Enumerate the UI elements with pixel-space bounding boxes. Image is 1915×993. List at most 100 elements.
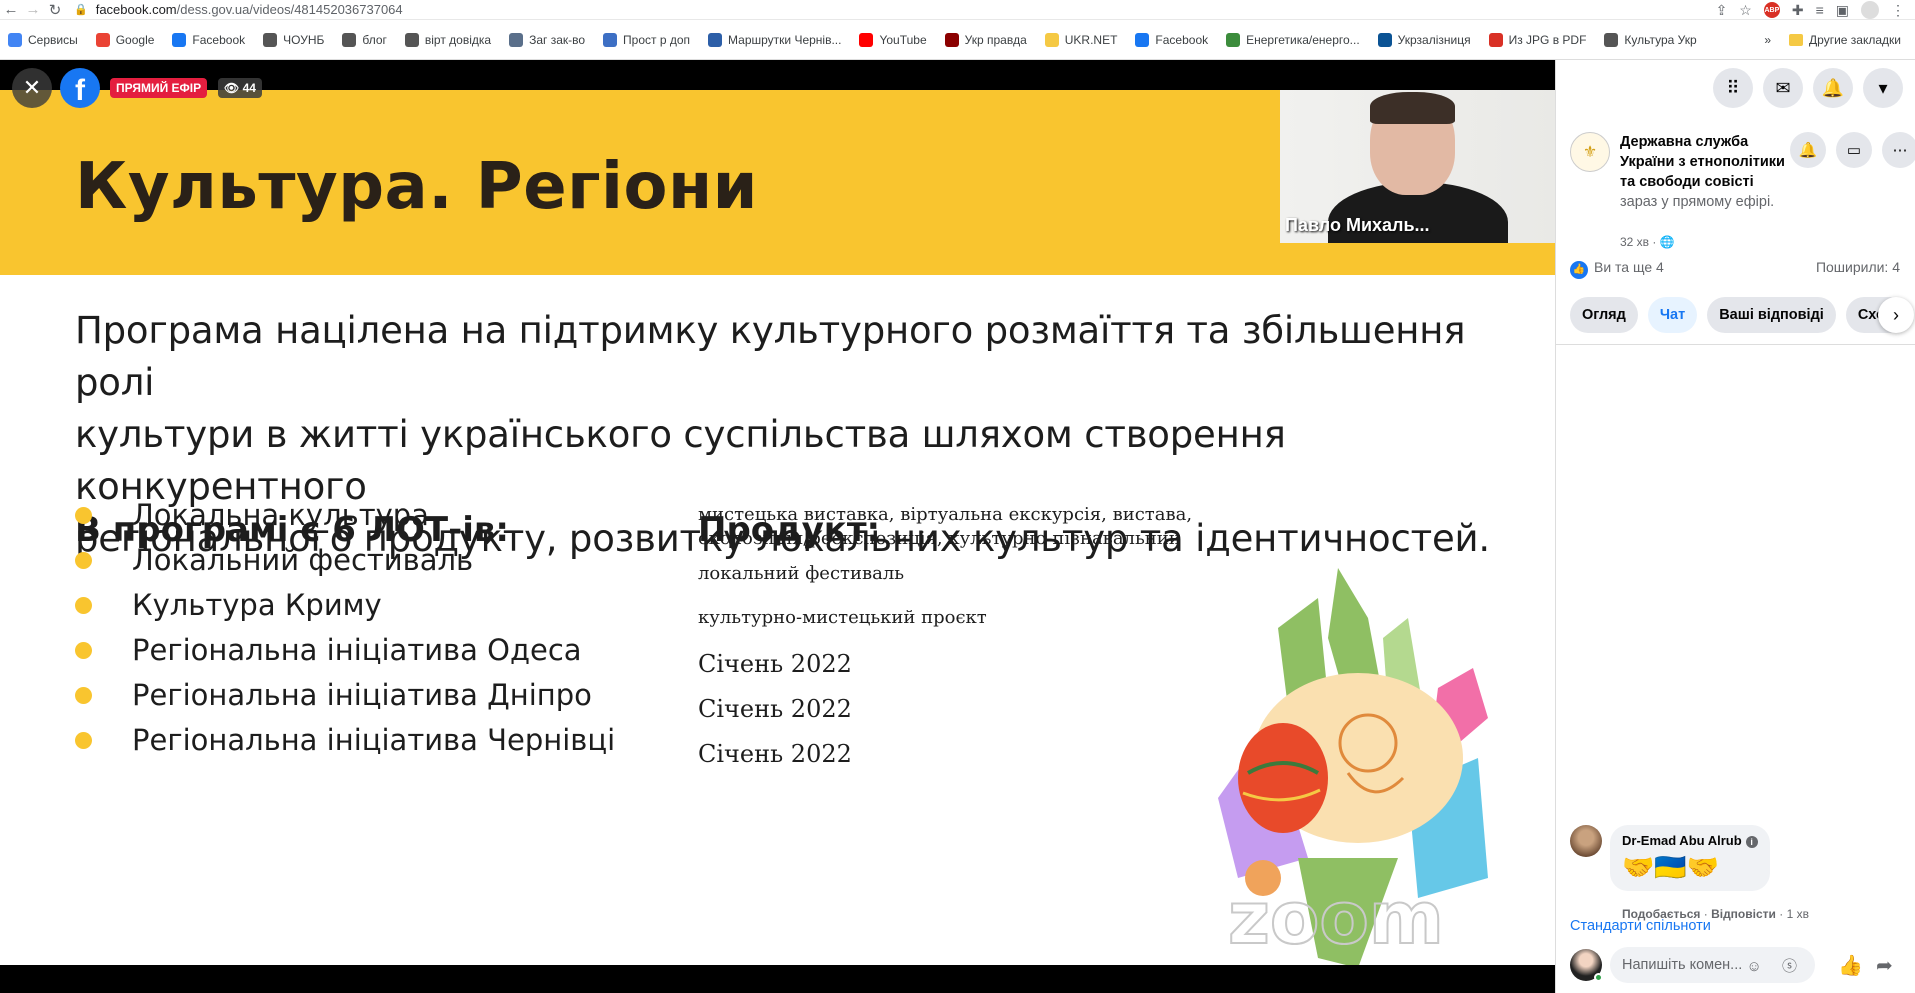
- profile-avatar[interactable]: [1861, 1, 1879, 19]
- sidepanel-icon[interactable]: ▣: [1836, 2, 1849, 19]
- bookmark-label: Прост р доп: [623, 32, 691, 47]
- bookmark-item[interactable]: Енергетика/енерго...: [1226, 32, 1360, 47]
- comment-text: 🤝🇺🇦🤝: [1622, 852, 1720, 882]
- bookmark-favicon-icon: [859, 32, 874, 47]
- tab-chat[interactable]: Чат: [1647, 297, 1698, 333]
- bookmark-favicon-icon: [509, 32, 524, 47]
- comment-bubble: Dr-Emad Abu Alrub i 🤝🇺🇦🤝: [1610, 825, 1770, 891]
- more-options-icon[interactable]: ⋯: [1882, 132, 1915, 168]
- reload-icon[interactable]: ↻: [44, 0, 66, 20]
- address-bar[interactable]: 🔒 facebook.com/dess.gov.ua/videos/481452…: [74, 2, 403, 17]
- bookmark-item[interactable]: Facebook: [1135, 32, 1209, 47]
- reactions-summary[interactable]: 👍 Ви та ще 4: [1570, 259, 1664, 279]
- bookmark-item[interactable]: Facebook: [172, 32, 246, 47]
- bookmark-label: блог: [362, 32, 387, 47]
- bookmark-favicon-icon: [263, 32, 278, 47]
- bookmark-label: Заг зак-во: [529, 32, 586, 47]
- bookmark-label: Культура Укр: [1624, 32, 1697, 47]
- globe-icon: 🌐: [1659, 235, 1675, 249]
- video-player[interactable]: Культура. Регіони Павло Михаль... Програ…: [0, 60, 1555, 993]
- bookmark-item[interactable]: Маршрутки Чернів...: [708, 32, 841, 47]
- lot-name: Регіональна ініціатива Одеса: [132, 633, 582, 667]
- bookmark-label: Укрзалізниця: [1397, 32, 1471, 47]
- star-icon[interactable]: ☆: [1739, 2, 1752, 19]
- tab-your-replies[interactable]: Ваші відповіді: [1707, 297, 1836, 333]
- bullet-icon: [75, 641, 92, 659]
- messenger-icon[interactable]: ✉: [1763, 68, 1803, 108]
- bookmark-favicon-icon: [944, 32, 959, 47]
- bookmark-item[interactable]: ЧОУНБ: [263, 32, 325, 47]
- reading-list-icon[interactable]: ≡: [1816, 2, 1824, 18]
- bookmark-item[interactable]: Из JPG в PDF: [1488, 32, 1586, 47]
- adblock-icon[interactable]: ABP: [1763, 2, 1780, 18]
- bookmark-label: ЧОУНБ: [283, 32, 325, 47]
- thumbs-up-icon[interactable]: 👍: [1838, 953, 1863, 978]
- apps-menu-icon[interactable]: ⠿: [1713, 68, 1753, 108]
- shares-count[interactable]: Поширили: 4: [1816, 259, 1900, 279]
- extensions-icon[interactable]: ✚: [1792, 2, 1804, 19]
- folder-icon: [1789, 33, 1804, 46]
- comment-composer: Напишіть комен... ☺ ⓢ 👍 ➦: [1570, 945, 1910, 987]
- intro-line: Програма націлена на підтримку культурно…: [75, 309, 1466, 404]
- share-arrow-icon[interactable]: ➦: [1876, 953, 1893, 978]
- post-time-text[interactable]: 32 хв ·: [1620, 235, 1660, 249]
- menu-icon[interactable]: ⋮: [1891, 2, 1905, 19]
- lot-item: Регіональна ініціатива Одеса: [75, 630, 582, 670]
- other-bookmarks[interactable]: Другие закладки: [1809, 33, 1901, 47]
- bookmark-item[interactable]: Укрзалізниця: [1377, 32, 1471, 47]
- chevron-right-icon[interactable]: ›: [1878, 297, 1914, 333]
- bookmark-item[interactable]: Укр правда: [944, 32, 1027, 47]
- reactions-text[interactable]: Ви та ще 4: [1594, 259, 1664, 275]
- save-icon[interactable]: ▭: [1836, 132, 1872, 168]
- close-icon[interactable]: ✕: [12, 68, 52, 108]
- notifications-icon[interactable]: 🔔: [1813, 68, 1853, 108]
- bookmark-label: Facebook: [192, 32, 246, 47]
- share-icon[interactable]: ⇪: [1716, 2, 1728, 19]
- bookmark-favicon-icon: [603, 32, 618, 47]
- community-standards-link[interactable]: Стандарти спільноти: [1570, 918, 1711, 934]
- comment-time: 1 хв: [1786, 907, 1809, 921]
- bookmark-item[interactable]: Культура Укр: [1604, 32, 1697, 47]
- comment-input[interactable]: Напишіть комен... ☺ ⓢ: [1610, 947, 1815, 983]
- lock-icon: 🔒: [74, 4, 88, 16]
- info-icon[interactable]: i: [1745, 836, 1758, 848]
- bookmark-item[interactable]: вірт довідка: [404, 32, 492, 47]
- bookmark-item[interactable]: YouTube: [859, 32, 927, 47]
- lot-name: Локальний фестиваль: [132, 543, 474, 577]
- bookmark-item[interactable]: Сервисы: [8, 32, 78, 47]
- post-time[interactable]: 32 хв · 🌐: [1620, 235, 1675, 249]
- more-bookmarks-chevron[interactable]: »: [1764, 33, 1771, 47]
- bookmark-item[interactable]: Google: [95, 32, 154, 47]
- zoom-decorative-art: zoom: [1218, 568, 1488, 965]
- bookmark-favicon-icon: [404, 32, 419, 47]
- bookmark-item[interactable]: блог: [342, 32, 387, 47]
- page-name[interactable]: Державна служба України з етнополітики т…: [1620, 132, 1790, 212]
- tab-overview[interactable]: Огляд: [1570, 297, 1638, 333]
- account-dropdown-icon[interactable]: ▾: [1863, 68, 1903, 108]
- lot-product: експозиція/реекспозиція, культурно-пізна…: [698, 528, 1181, 549]
- bookmark-label: Енергетика/енерго...: [1246, 32, 1360, 47]
- comment-input-placeholder: Напишіть комен...: [1622, 957, 1743, 973]
- bookmark-item[interactable]: UKR.NET: [1044, 32, 1118, 47]
- forward-icon[interactable]: →: [22, 0, 44, 20]
- commenter-avatar[interactable]: [1570, 825, 1602, 857]
- speaker-name: Павло Михаль...: [1285, 215, 1430, 235]
- bookmark-label: вірт довідка: [424, 32, 492, 47]
- comment-author[interactable]: Dr-Emad Abu Alrub: [1622, 833, 1742, 848]
- browser-toolbar: ← → ↻ 🔒 facebook.com/dess.gov.ua/videos/…: [0, 0, 1915, 20]
- bell-icon[interactable]: 🔔: [1790, 132, 1826, 168]
- bookmark-label: Facebook: [1155, 32, 1209, 47]
- bookmark-item[interactable]: Заг зак-во: [509, 32, 586, 47]
- bookmark-favicon-icon: [8, 32, 22, 47]
- lot-product: мистецька виставка, віртуальна екскурсія…: [698, 504, 1193, 525]
- more-bookmarks[interactable]: » Другие закладки: [1764, 33, 1901, 47]
- page-name-text[interactable]: Державна служба України з етнополітики т…: [1620, 134, 1785, 190]
- bullet-icon: [75, 506, 92, 524]
- bookmark-label: UKR.NET: [1064, 32, 1118, 47]
- back-icon[interactable]: ←: [0, 0, 22, 20]
- page-avatar[interactable]: ⚜: [1570, 132, 1610, 172]
- bookmark-item[interactable]: Прост р доп: [603, 32, 691, 47]
- emoji-icon[interactable]: ☺ ⓢ: [1747, 955, 1805, 976]
- comment-reply-link[interactable]: Відповісти: [1711, 907, 1776, 921]
- bookmark-favicon-icon: [1226, 32, 1241, 47]
